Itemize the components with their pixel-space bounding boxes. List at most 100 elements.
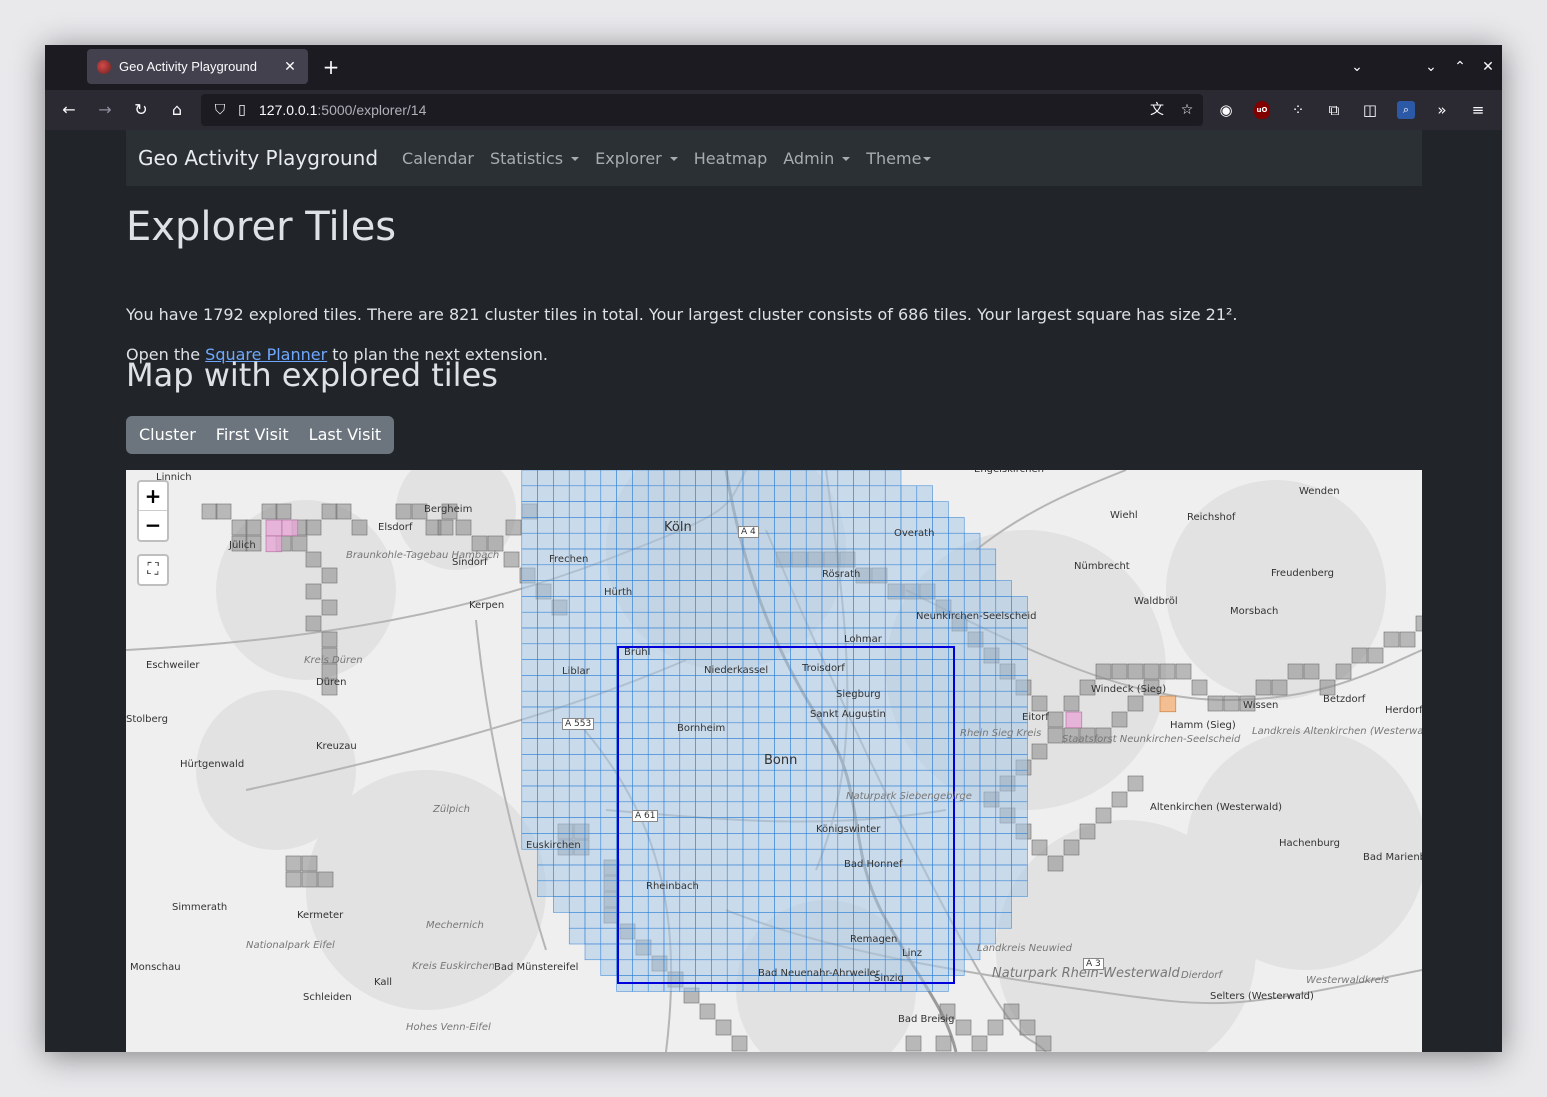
overflow-chevrons-icon[interactable]: » (1430, 98, 1454, 122)
map-label: Rheinbach (646, 881, 699, 892)
explorer-map[interactable]: LinnichJülichElsdorfBergheimKölnEngelski… (126, 470, 1422, 1052)
home-icon[interactable]: ⌂ (165, 98, 189, 122)
cluster-tile (537, 769, 554, 787)
cluster-tile (932, 548, 949, 566)
nav-admin[interactable]: Admin (783, 148, 851, 168)
highlight-tile (265, 535, 283, 553)
cluster-tile (584, 912, 602, 929)
window-close-icon[interactable]: ✕ (1476, 55, 1500, 79)
page-icon[interactable]: ▯ (231, 102, 253, 118)
cluster-tile (853, 769, 870, 787)
cluster-button[interactable]: Cluster (129, 416, 206, 454)
cluster-tile (774, 848, 791, 866)
cluster-tile (774, 912, 791, 929)
explored-tile (301, 855, 318, 872)
cluster-tile (758, 501, 775, 518)
map-label: Waldbröl (1134, 596, 1178, 607)
cluster-tile (632, 706, 649, 724)
cluster-tile (774, 611, 791, 629)
cluster-tile (663, 532, 681, 550)
cluster-tile (884, 912, 902, 929)
cluster-tile (537, 785, 554, 803)
cluster-tile (584, 580, 602, 597)
cluster-tile (1011, 848, 1028, 866)
url-bar[interactable]: ⛉ ▯ 127.0.0.1:5000/explorer/14 文 ☆ (201, 94, 1203, 126)
cluster-tile (853, 659, 870, 676)
cluster-tile (1011, 738, 1028, 755)
close-icon[interactable]: ✕ (282, 59, 298, 75)
cluster-tile (663, 675, 681, 692)
cluster-tile (679, 848, 696, 866)
cluster-tile (916, 580, 933, 597)
list-tabs-icon[interactable]: ⌄ (1345, 55, 1369, 79)
nav-theme[interactable]: Theme (866, 149, 932, 168)
explored-tile (275, 503, 292, 520)
shield-icon[interactable]: ⛉ (209, 102, 231, 118)
fullscreen-icon[interactable]: ⛶ (137, 554, 169, 586)
tab-geo-activity[interactable]: Geo Activity Playground ✕ (87, 49, 308, 84)
cluster-tile (742, 470, 760, 487)
url-host: 127.0.0.1 (259, 102, 318, 118)
search-extension-icon[interactable]: ⌕ (1397, 101, 1415, 119)
extension-puzzle-icon[interactable]: ⁘ (1286, 98, 1310, 122)
cluster-tile (979, 706, 997, 724)
extensions-icon[interactable]: ⧉ (1322, 98, 1346, 122)
account-icon[interactable]: ◉ (1214, 98, 1238, 122)
zoom-out-button[interactable]: − (139, 511, 167, 540)
explored-tile (1111, 663, 1128, 680)
cluster-tile (537, 627, 554, 645)
cluster-tile (711, 896, 728, 913)
cluster-tile (837, 485, 854, 502)
cluster-tile (726, 470, 744, 487)
zoom-in-button[interactable]: + (139, 482, 167, 511)
cluster-tile (600, 959, 617, 976)
cluster-tile (537, 659, 554, 676)
back-icon[interactable]: ← (57, 98, 81, 122)
cluster-tile (679, 596, 696, 613)
cluster-tile (948, 738, 965, 755)
forward-icon[interactable]: → (93, 98, 117, 122)
nav-calendar[interactable]: Calendar (402, 149, 474, 168)
bookmark-star-icon[interactable]: ☆ (1175, 98, 1199, 122)
cluster-tile (1011, 817, 1028, 834)
nav-statistics[interactable]: Statistics (490, 149, 580, 168)
maximize-icon[interactable]: ⌃ (1448, 55, 1472, 79)
explored-tile (905, 1035, 922, 1052)
minimize-icon[interactable]: ⌄ (1419, 55, 1443, 79)
cluster-tile (948, 596, 965, 613)
translate-icon[interactable]: 文 (1145, 98, 1169, 122)
cluster-tile (979, 801, 997, 818)
nav-admin-label: Admin (783, 148, 835, 168)
reload-icon[interactable]: ↻ (129, 98, 153, 122)
cluster-tile (884, 833, 902, 850)
cluster-tile (695, 485, 712, 502)
ublock-icon[interactable]: uO (1254, 101, 1270, 119)
brand-link[interactable]: Geo Activity Playground (138, 146, 378, 170)
cluster-tile (805, 564, 823, 581)
cluster-tile (884, 611, 902, 629)
browser-toolbar: ← → ↻ ⌂ ⛉ ▯ 127.0.0.1:5000/explorer/14 文… (45, 90, 1502, 130)
menu-icon[interactable]: ≡ (1466, 98, 1490, 122)
cluster-tile (568, 896, 586, 913)
sidebar-icon[interactable]: ◫ (1358, 98, 1382, 122)
explored-tile (1415, 615, 1422, 632)
new-tab-button[interactable]: + (319, 54, 343, 80)
cluster-tile (568, 880, 586, 897)
cluster-tile (900, 706, 918, 724)
cluster-tile (695, 627, 712, 645)
cluster-tile (758, 596, 775, 613)
nav-heatmap[interactable]: Heatmap (694, 149, 768, 168)
cluster-tile (742, 596, 760, 613)
nav-explorer[interactable]: Explorer (595, 149, 678, 168)
cluster-tile (663, 470, 681, 487)
cluster-tile (805, 864, 823, 882)
cluster-tile (869, 769, 886, 787)
last-visit-button[interactable]: Last Visit (299, 416, 392, 454)
first-visit-button[interactable]: First Visit (206, 416, 299, 454)
cluster-tile (884, 470, 902, 487)
cluster-tile (963, 564, 981, 581)
map-label: Eschweiler (146, 660, 200, 671)
cluster-tile (632, 659, 649, 676)
cluster-tile (537, 864, 554, 882)
cluster-tile (995, 833, 1012, 850)
